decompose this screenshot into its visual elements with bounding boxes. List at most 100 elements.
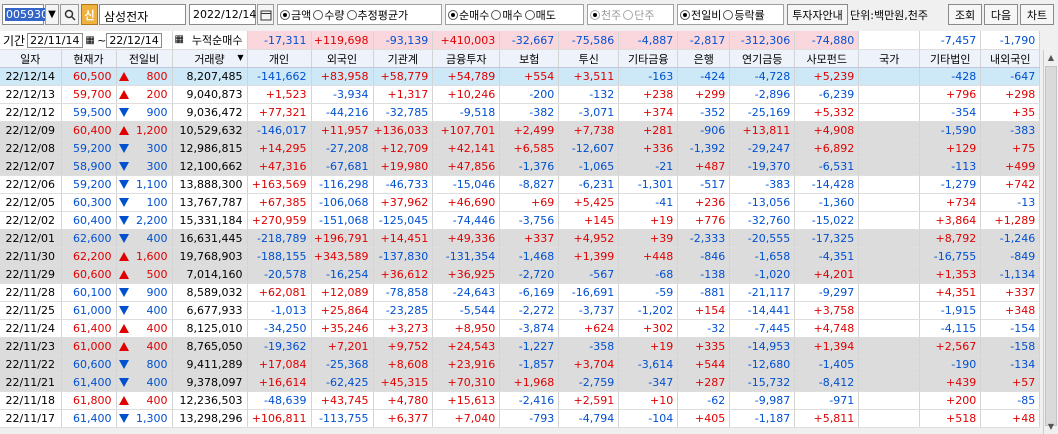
next-button[interactable]: 다음 [984,4,1018,25]
search-icon[interactable] [60,4,79,25]
investor-value-cell: -113,755 [311,409,374,428]
table-row[interactable]: 22/12/07 58,900 300 12,100,662 +47,316 -67,68… [0,157,1041,176]
table-row[interactable]: 22/11/24 61,400 400 8,125,010 -34,250 +35,246… [0,319,1041,338]
column-header[interactable]: 전일비 [116,49,173,68]
investor-value-cell: +47,316 [247,157,312,176]
unit-radio-group: 천주 단주 [587,4,674,25]
table-row[interactable]: 22/11/22 60,600 800 9,411,289 +17,084 -25,368… [0,355,1041,374]
column-header[interactable]: 외국인 [311,49,374,68]
radio-change-rate[interactable]: 등락률 [723,7,765,23]
investor-value-cell: -1,301 [618,175,679,194]
table-row[interactable]: 22/11/29 60,600 500 7,014,160 -20,578 -16,254… [0,265,1041,284]
radio-single-shares[interactable]: 단주 [623,7,655,23]
calendar-icon[interactable] [257,4,274,25]
investor-value-cell: +136,033 [373,121,434,140]
price-cell: 59,500 [61,103,117,122]
column-header[interactable]: 기관계 [373,49,434,68]
investor-value-cell: -1,658 [729,247,796,266]
investor-value-cell: +19 [618,337,679,356]
column-header[interactable]: 거래량 [172,49,248,68]
table-row[interactable]: 22/11/30 62,200 1,600 19,768,903 -188,155 +34… [0,247,1041,266]
table-row[interactable]: 22/12/06 59,200 1,100 13,888,300 +163,569 -11… [0,175,1041,194]
scroll-thumb[interactable] [1045,66,1057,426]
up-arrow-icon [118,342,129,351]
radio-avg-price[interactable]: 추정평균가 [346,7,409,23]
volume-cell: 8,589,032 [172,283,248,302]
radio-avg-price-label: 추정평균가 [357,8,409,22]
investor-value-cell: +42,141 [432,139,501,158]
radio-buy[interactable]: 매수 [491,7,523,23]
volume-cell: 8,765,050 [172,337,248,356]
investor-value-cell: -424 [677,67,731,86]
dropdown-arrow-icon[interactable]: ▼ [45,4,59,25]
investor-value-cell: -5,544 [432,301,501,320]
scroll-up-icon[interactable]: ▲ [1044,50,1058,65]
date-input[interactable]: 2022/12/14 [189,4,256,25]
table-row[interactable]: 22/11/23 61,000 400 8,765,050 -19,362 +7,201 +… [0,337,1041,356]
radio-prev-day[interactable]: 전일비 [680,7,721,23]
vertical-scrollbar[interactable]: ▲ ▼ [1043,50,1058,434]
investor-value-cell: -3,071 [558,103,620,122]
table-row[interactable]: 22/11/18 61,800 400 12,236,503 -48,639 +43,74… [0,391,1041,410]
table-row[interactable]: 22/12/05 60,300 100 13,767,787 +67,385 -106,0… [0,193,1041,212]
column-header[interactable]: 기타법인 [919,49,982,68]
calendar-from-icon[interactable]: ▦ [83,35,97,46]
investor-value-cell: -137,830 [373,247,434,266]
column-header[interactable]: 개인 [247,49,312,68]
table-row[interactable]: 22/11/25 61,000 400 6,677,933 -1,013 +25,864-… [0,301,1041,320]
investor-value-cell: +58,779 [373,67,434,86]
chart-button[interactable]: 차트 [1020,4,1054,25]
column-header[interactable]: 내외국인 [980,49,1041,68]
investor-value-cell [858,229,921,248]
calendar-to-icon[interactable]: ▦ [173,34,184,45]
column-header[interactable]: 보험 [499,49,560,68]
stock-code-input[interactable]: 005930 [2,4,49,25]
investor-value-cell: +43,745 [311,391,374,410]
investor-value-cell: -1,227 [499,337,560,356]
column-header[interactable]: 국가 [858,49,921,68]
scroll-down-icon[interactable]: ▼ [1044,419,1058,434]
table-row[interactable]: 22/12/14 60,500 800 8,207,485 -141,662 +83,95… [0,67,1041,86]
investor-value-cell: -146,017 [247,121,312,140]
radio-quantity[interactable]: 수량 [313,7,345,23]
period-from-input[interactable]: 22/11/14 [27,32,84,48]
change-value: 400 [146,304,168,317]
period-to-input[interactable]: 22/12/14 [106,32,163,48]
table-row[interactable]: 22/12/02 60,400 2,200 15,331,184 +270,959 -15… [0,211,1041,230]
investor-value-cell: +14,451 [373,229,434,248]
table-row[interactable]: 22/12/09 60,400 1,200 10,529,632 -146,017 +11… [0,121,1041,140]
table-row[interactable]: 22/12/08 59,200 300 12,986,815 +14,295 -27,20… [0,139,1041,158]
column-header[interactable]: 기타금융 [618,49,679,68]
investor-value-cell: -27,208 [311,139,374,158]
query-button[interactable]: 조회 [948,4,982,25]
investor-value-cell: -906 [677,121,731,140]
table-row[interactable]: 22/11/28 60,100 900 8,589,032 +62,081 +12,089… [0,283,1041,302]
investor-value-cell: -9,297 [794,283,860,302]
column-header[interactable]: 투신 [558,49,620,68]
stock-name-field[interactable]: 삼성전자 [99,4,186,25]
investor-value-cell: +75 [980,139,1041,158]
investor-value-cell: -13 [980,193,1041,212]
table-row[interactable]: 22/11/21 61,400 400 9,378,097 +16,614 -62,425… [0,373,1041,392]
investor-value-cell [858,85,921,104]
column-header[interactable]: 현재가 [61,49,117,68]
radio-thousand-shares[interactable]: 천주 [590,7,621,23]
column-header[interactable]: 은행 [677,49,731,68]
column-header[interactable]: 금융투자 [432,49,501,68]
column-header[interactable]: 사모펀드 [794,49,860,68]
table-row[interactable]: 22/12/01 62,600 400 16,631,445 -218,789 +196,… [0,229,1041,248]
column-header[interactable]: 일자 [0,49,62,68]
investor-value-cell: -971 [794,391,860,410]
investor-value-cell [858,391,921,410]
date-cell: 22/11/29 [0,265,62,284]
table-row[interactable]: 22/12/13 59,700 200 9,040,873 +1,523 -3,934 +1… [0,85,1041,104]
investor-value-cell: -3,614 [618,355,679,374]
investor-guide-button[interactable]: 투자자안내 [787,4,848,25]
radio-amount[interactable]: 금액 [280,7,311,23]
radio-sell[interactable]: 매도 [524,7,556,23]
table-row[interactable]: 22/12/12 59,500 900 9,036,472 +77,321 -44,216… [0,103,1041,122]
table-row[interactable]: 22/11/17 61,400 1,300 13,298,296 +106,811 -11… [0,409,1041,428]
radio-net-buy[interactable]: 순매수 [448,7,489,23]
column-header[interactable]: 연기금등 [729,49,796,68]
investor-value-cell: +4,201 [794,265,860,284]
